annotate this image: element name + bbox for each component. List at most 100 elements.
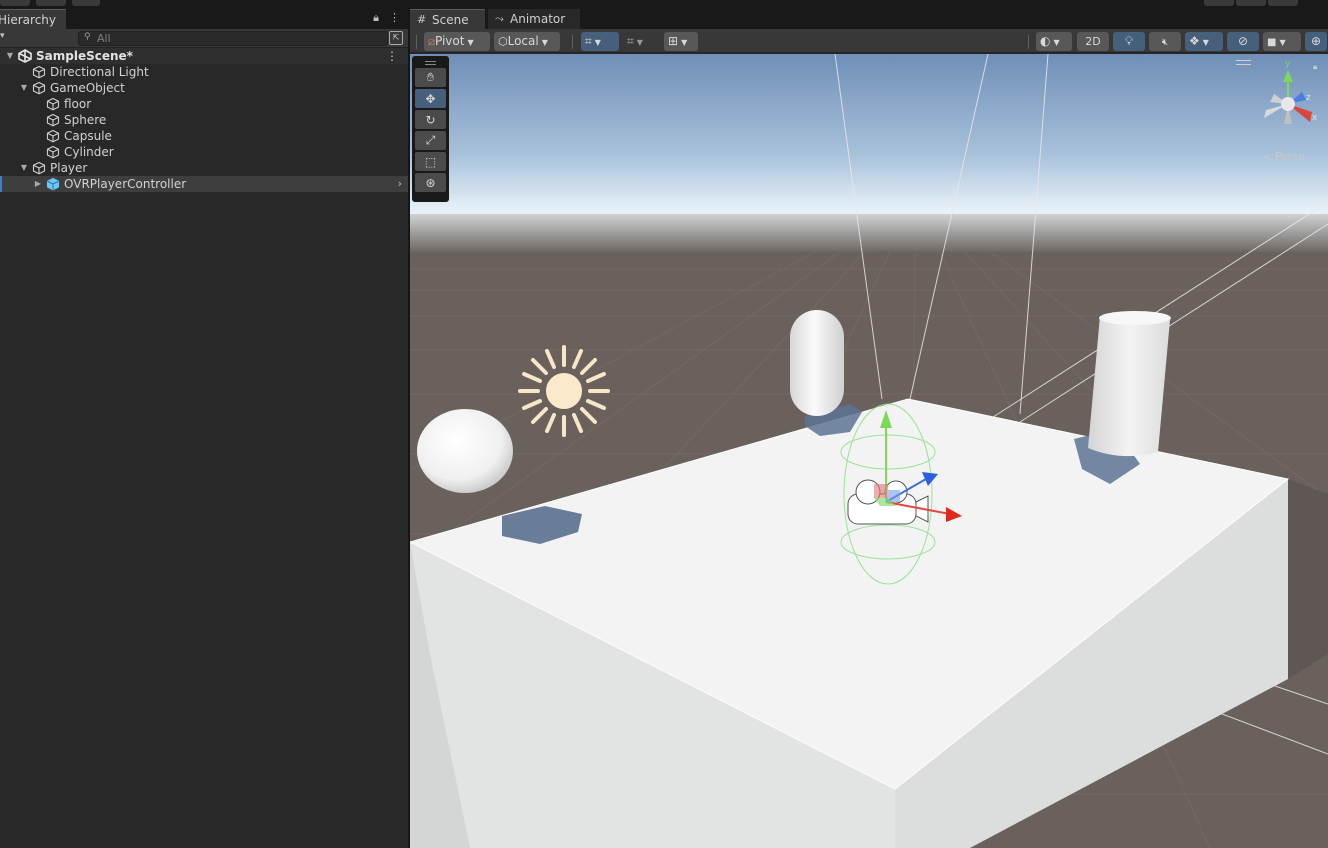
hand-tool-icon[interactable]: ✋︎ <box>415 68 446 87</box>
gameobject-cube-icon <box>46 97 60 111</box>
chevron-down-icon: ▼ <box>1279 38 1286 47</box>
top-strip-button[interactable] <box>0 0 30 6</box>
local-label: Local <box>507 34 539 48</box>
gameobject-cube-icon <box>32 65 46 79</box>
fold-open-icon[interactable]: ▼ <box>18 160 30 176</box>
lock-icon[interactable]: 🔒︎ <box>373 11 379 25</box>
gameobject-cube-icon <box>46 145 60 159</box>
scale-tool-icon[interactable]: ⤢ <box>415 131 446 150</box>
grid-icon: # <box>417 13 427 26</box>
move-tool-icon[interactable]: ✥ <box>415 89 446 108</box>
lightbulb-icon: 💡︎ <box>1124 34 1134 48</box>
top-strip-button[interactable] <box>1236 0 1266 6</box>
gizmos-toggle[interactable]: ⊕ <box>1305 32 1327 51</box>
palette-grip-icon[interactable] <box>415 58 446 68</box>
hierarchy-item[interactable]: ▼ Player <box>0 160 408 176</box>
hierarchy-item[interactable]: Cylinder <box>0 144 408 160</box>
top-strip-button[interactable] <box>72 0 100 6</box>
unity-scene-icon <box>18 49 32 63</box>
hidden-eye-icon: ⊘ <box>1237 34 1249 48</box>
scene-panel: # Scene ⤳ Animator ⧄Pivot ▼ ⬡Local ▼ ⌗ ▼ ⌗ ▼… <box>410 8 1328 848</box>
rect-tool-icon[interactable]: ⬚ <box>415 152 446 171</box>
hierarchy-item[interactable]: Capsule <box>0 128 408 144</box>
gizmo-menu-icon[interactable] <box>1236 60 1251 65</box>
hierarchy-item-label: OVRPlayerController <box>64 177 187 191</box>
scene-row[interactable]: ▼ SampleScene* ⋮ <box>0 48 408 64</box>
fold-open-icon[interactable]: ▼ <box>4 48 16 64</box>
hierarchy-item-label: GameObject <box>50 81 125 95</box>
tab-label: Scene <box>432 13 469 27</box>
projection-arrow-icon: < <box>1262 150 1272 163</box>
more-options-icon[interactable]: ⋮ <box>386 48 398 64</box>
scene-render: y x z <box>410 54 1328 848</box>
ruler-icon: ⊞ <box>668 34 679 48</box>
hierarchy-item[interactable]: ▶ OVRPlayerController › <box>0 176 408 192</box>
chevron-down-icon[interactable]: ▾ <box>0 31 5 41</box>
hierarchy-search-input[interactable]: ⚲ All <box>78 31 388 46</box>
projection-label[interactable]: < Persp <box>1262 150 1305 163</box>
chevron-down-icon: ▼ <box>467 38 474 47</box>
hierarchy-toolbar: ▾ ⚲ All ⇱ <box>0 29 408 48</box>
mode-2d-toggle[interactable]: 2D <box>1077 32 1109 51</box>
hierarchy-item[interactable]: Directional Light <box>0 64 408 80</box>
search-icon: ⚲ <box>84 32 91 42</box>
gameobject-cube-icon <box>32 81 46 95</box>
ruler-snap-toggle[interactable]: ⊞ ▼ <box>664 32 698 51</box>
effects-layers-icon: ❖ <box>1189 34 1200 48</box>
tool-palette: ✋︎ ✥ ↻ ⤢ ⬚ ⊛ <box>412 56 449 202</box>
chevron-right-icon[interactable]: › <box>398 176 402 192</box>
chevron-down-icon: ▼ <box>594 38 601 47</box>
scene-toolbar: ⧄Pivot ▼ ⬡Local ▼ ⌗ ▼ ⌗ ▼ ⊞ ▼ ◐ ▼ 2D 💡︎ 🔇︎ ❖ ▼ <box>410 29 1328 53</box>
gameobject-cube-icon <box>32 161 46 175</box>
grid-snap-toggle[interactable]: ⌗ ▼ <box>581 32 619 51</box>
fold-closed-icon[interactable]: ▶ <box>32 176 44 192</box>
top-strip-button[interactable] <box>36 0 66 6</box>
top-strip <box>0 0 1328 8</box>
scene-viewport[interactable]: y x z 🔒︎ < Persp ✋︎ ✥ ↻ ⤢ ⬚ ⊛ <box>410 54 1328 848</box>
camera-icon: ■ <box>1267 37 1277 48</box>
hierarchy-item-label: Sphere <box>64 113 107 127</box>
animator-icon: ⤳ <box>495 12 504 25</box>
audio-toggle[interactable]: 🔇︎ <box>1149 32 1181 51</box>
transform-tool-icon[interactable]: ⊛ <box>415 173 446 192</box>
tab-animator[interactable]: ⤳ Animator <box>488 9 580 29</box>
lock-icon[interactable]: 🔒︎ <box>1313 62 1317 72</box>
more-options-icon[interactable]: ⋮ <box>389 11 400 25</box>
camera-settings-dropdown[interactable]: ■ ▼ <box>1263 32 1301 51</box>
persp-label: Persp <box>1274 150 1305 163</box>
hierarchy-tab-bar: Hierarchy 🔒︎ ⋮ <box>0 8 408 29</box>
increment-snap-toggle[interactable]: ⌗ ▼ <box>623 32 659 51</box>
pivot-label: Pivot <box>435 34 465 48</box>
shading-mode-dropdown[interactable]: ◐ ▼ <box>1036 32 1072 51</box>
scene-tab-bar: # Scene ⤳ Animator <box>410 8 1328 29</box>
hierarchy-item[interactable]: Sphere <box>0 112 408 128</box>
search-options-icon[interactable]: ⇱ <box>389 31 403 45</box>
pivot-dropdown[interactable]: ⧄Pivot ▼ <box>424 32 490 51</box>
effects-toggle[interactable]: ❖ ▼ <box>1185 32 1223 51</box>
tab-hierarchy[interactable]: Hierarchy <box>0 9 66 29</box>
hierarchy-panel: Hierarchy 🔒︎ ⋮ ▾ ⚲ All ⇱ ▼ SampleScene* ⋮ D… <box>0 8 408 848</box>
fold-open-icon[interactable]: ▼ <box>18 80 30 96</box>
hierarchy-item[interactable]: floor <box>0 96 408 112</box>
tab-scene[interactable]: # Scene <box>410 9 485 29</box>
top-strip-button[interactable] <box>1268 0 1298 6</box>
gameobject-cube-icon <box>46 129 60 143</box>
local-dropdown[interactable]: ⬡Local ▼ <box>494 32 560 51</box>
hierarchy-item[interactable]: ▼ GameObject <box>0 80 408 96</box>
chevron-down-icon: ▼ <box>541 38 548 47</box>
hierarchy-item-label: Capsule <box>64 129 112 143</box>
toolbar-separator <box>572 35 573 49</box>
shading-sphere-icon: ◐ <box>1040 34 1051 48</box>
tab-label: Animator <box>510 12 566 26</box>
lighting-toggle[interactable]: 💡︎ <box>1113 32 1145 51</box>
hierarchy-item-label: Cylinder <box>64 145 114 159</box>
rotate-tool-icon[interactable]: ↻ <box>415 110 446 129</box>
chevron-down-icon: ▼ <box>1202 38 1209 47</box>
scene-visibility-toggle[interactable]: ⊘ <box>1227 32 1259 51</box>
svg-text:z: z <box>1306 93 1311 103</box>
chevron-down-icon: ▼ <box>1053 38 1060 47</box>
grid-snap-icon: ⌗ <box>585 34 592 48</box>
top-strip-button[interactable] <box>1204 0 1234 6</box>
increment-snap-icon: ⌗ <box>627 34 634 48</box>
prefab-cube-icon <box>46 177 60 191</box>
